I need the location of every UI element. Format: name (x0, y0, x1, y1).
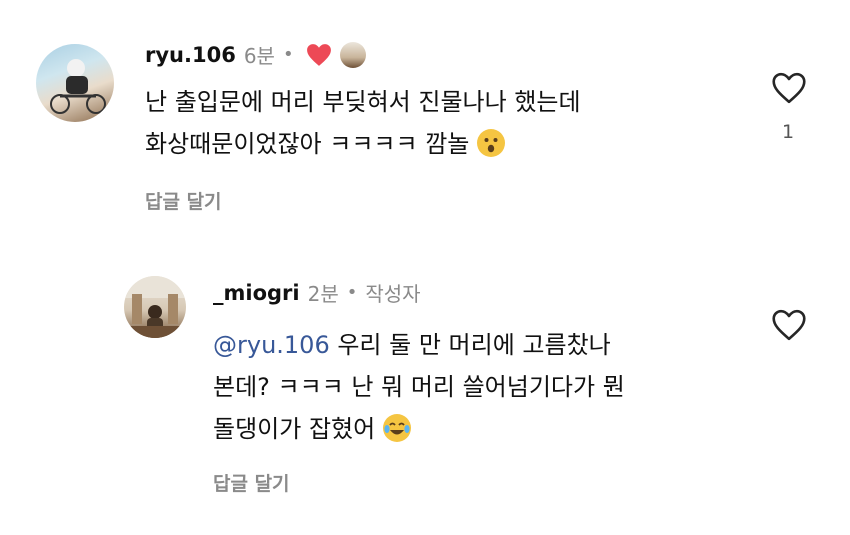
comment-text: 난 출입문에 머리 부딪혀서 진물나나 했는데 화상때문이었잖아 ㅋㅋㅋㅋ 깜놀 (145, 87, 581, 160)
comment-text-segment: 화상때문이었잖아 ㅋㅋㅋㅋ 깜놀 (145, 130, 470, 159)
comment-text-segment: 우리 둘 만 머리에 고름찼나 (329, 331, 611, 359)
username[interactable]: _miogri (213, 281, 300, 305)
like-heart-icon[interactable] (771, 309, 807, 345)
mention-link[interactable]: @ryu.106 (213, 331, 330, 359)
timestamp: 6분 (243, 44, 275, 68)
comment-text-line: @ryu.106 우리 둘 만 머리에 고름찼나 (213, 330, 625, 361)
comment-text-line: 화상때문이었잖아 ㅋㅋㅋㅋ 깜놀 (145, 129, 581, 160)
comment-text: @ryu.106 우리 둘 만 머리에 고름찼나 본데? ㅋㅋㅋ 난 뭐 머리 … (213, 330, 625, 446)
like-heart-icon[interactable] (771, 72, 807, 108)
avatar-photo (124, 276, 186, 338)
comment-text-line: 돌댕이가 잡혔어 (213, 414, 625, 445)
separator: • (282, 44, 294, 65)
reply-button[interactable]: 답글 달기 (145, 187, 222, 214)
avatar[interactable] (36, 44, 114, 122)
author-badge: 작성자 (365, 282, 421, 306)
like-count: 1 (782, 121, 795, 143)
author-liked-heart-icon (306, 43, 332, 67)
comment-text-line: 난 출입문에 머리 부딪혀서 진물나나 했는데 (145, 88, 581, 116)
avatar-photo (50, 59, 106, 114)
timestamp: 2분 (307, 282, 339, 306)
comment-header: ryu.106 6분 • (145, 40, 366, 69)
surprised-face-icon (477, 129, 506, 158)
reply-button[interactable]: 답글 달기 (213, 469, 290, 496)
separator: • (346, 282, 358, 303)
comment-text-line: 본데? ㅋㅋㅋ 난 뭐 머리 쓸어넘기다가 뭔 (213, 373, 625, 402)
author-mini-avatar (339, 41, 366, 68)
avatar[interactable] (124, 276, 186, 338)
laughing-tears-face-icon (382, 414, 411, 443)
comment-text-segment: 돌댕이가 잡혔어 (213, 415, 376, 444)
comment-header: _miogri 2분 • 작성자 (213, 278, 421, 307)
username[interactable]: ryu.106 (145, 43, 236, 67)
